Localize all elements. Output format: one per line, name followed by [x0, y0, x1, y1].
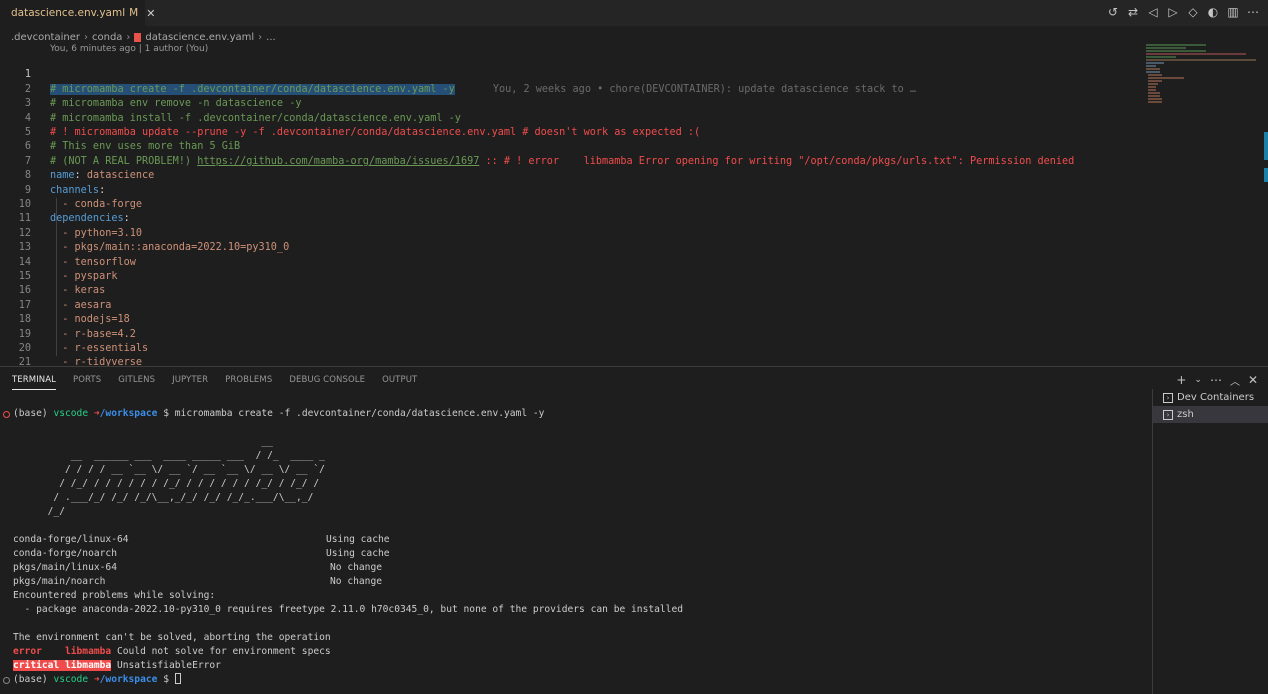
toggle-blame-icon[interactable]: ◐: [1206, 5, 1220, 19]
tab-bar: datascience.env.yaml M ✕ ↺ ⇄ ◁ ▷ ◇ ◐ ▥ ⋯: [0, 0, 1268, 26]
more-actions-icon[interactable]: ⋯: [1246, 5, 1260, 19]
scrollbar-marker: [1264, 168, 1268, 182]
chevron-right-icon: ›: [126, 31, 131, 43]
yaml-file-icon: [134, 32, 142, 42]
critical-line: critical libmamba UnsatisfiableError: [13, 660, 221, 671]
more-actions-icon[interactable]: ⋯: [1210, 373, 1222, 388]
banner-line: __: [13, 436, 273, 447]
code-line: 15 - keras: [0, 256, 1140, 296]
tab-ports[interactable]: PORTS: [73, 375, 101, 390]
code-editor[interactable]: 1 # micromamba create -f .devcontainer/c…: [0, 54, 1140, 368]
terminal-prompt-line: (base) vscode ➜/workspace $ micromamba c…: [13, 408, 545, 419]
breadcrumb-item[interactable]: conda: [92, 32, 122, 43]
terminal-item-zsh[interactable]: › zsh: [1153, 406, 1268, 423]
split-editor-icon[interactable]: ▥: [1226, 5, 1240, 19]
go-forward-icon[interactable]: ▷: [1166, 5, 1180, 19]
terminal-text: - package anaconda-2022.10-py310_0 requi…: [13, 604, 684, 615]
chevron-down-icon[interactable]: ⌄: [1194, 373, 1202, 388]
code-line: 17 - nodejs=18: [0, 284, 1140, 325]
chevron-right-icon: ›: [258, 31, 263, 43]
tab-jupyter[interactable]: JUPYTER: [172, 375, 208, 390]
channel-row: pkgs/main/noarch No change: [13, 576, 382, 587]
tab-filename: datascience.env.yaml: [11, 7, 126, 19]
code-line: 19 - r-essentials: [0, 313, 1140, 354]
banner-line: / / / / __ `__ \/ __ `/ __ `__ \/ __ \/ …: [13, 464, 325, 475]
code-line: 9 - conda-forge: [0, 169, 1140, 210]
banner-line: / /_/ / / / / / / /_/ / / / / / / /_/ / …: [13, 478, 320, 489]
terminal-text: The environment can't be solved, abortin…: [13, 632, 331, 643]
channel-row: conda-forge/linux-64 Using cache: [13, 534, 390, 545]
timeline-icon[interactable]: ↺: [1106, 5, 1120, 19]
terminal-cursor: [174, 673, 181, 684]
code-line: 11 - python=3.10: [0, 198, 1140, 238]
editor-actions: ↺ ⇄ ◁ ▷ ◇ ◐ ▥ ⋯: [1106, 5, 1260, 19]
code-line: 10 dependencies:: [0, 184, 1140, 224]
chevron-right-icon: ›: [83, 31, 88, 43]
code-line: 8 channels:: [0, 155, 1140, 195]
breadcrumb-item[interactable]: datascience.env.yaml: [145, 32, 254, 43]
code-line: 2 # micromamba env remove -n datascience…: [0, 68, 1140, 109]
new-terminal-icon[interactable]: +: [1176, 373, 1186, 388]
channel-row: conda-forge/noarch Using cache: [13, 548, 390, 559]
code-line: 7 name: datascience: [0, 140, 1140, 181]
panel-tab-bar: TERMINAL PORTS GITLENS JUPYTER PROBLEMS …: [12, 375, 417, 390]
command-status-icon[interactable]: [3, 677, 10, 684]
terminal-prompt-line: (base) vscode ➜/workspace $: [13, 673, 181, 687]
panel-actions: + ⌄ ⋯ ︿ ✕: [1176, 373, 1258, 388]
git-lens-icon[interactable]: ◇: [1186, 5, 1200, 19]
close-icon[interactable]: ✕: [146, 7, 155, 20]
code-line: 5 # This env uses more than 5 GiB: [0, 112, 1140, 152]
code-line: 14 - pyspark: [0, 241, 1140, 282]
tab-gitlens[interactable]: GITLENS: [118, 375, 155, 390]
code-line: 6 # (NOT A REAL PROBLEM!) https://github…: [0, 126, 1140, 166]
breadcrumb: .devcontainer › conda › datascience.env.…: [11, 30, 276, 44]
code-line: 12 - pkgs/main::anaconda=2022.10=py310_0: [0, 212, 1140, 253]
breadcrumb-item[interactable]: ...: [266, 32, 276, 43]
banner-line: __ ______ ___ ____ _____ ___ / /_ ____ _: [13, 450, 325, 461]
terminal-list: › Dev Containers › zsh: [1152, 389, 1268, 694]
scrollbar-marker: [1264, 132, 1268, 160]
banner-line: /_/: [13, 506, 65, 517]
terminal-text: Encountered problems while solving:: [13, 590, 216, 601]
gitlens-codelens[interactable]: You, 6 minutes ago | 1 author (You): [50, 44, 208, 54]
tab-output[interactable]: OUTPUT: [382, 375, 417, 390]
tab-debug-console[interactable]: DEBUG CONSOLE: [289, 375, 365, 390]
code-line: 4 # ! micromamba update --prune -y -f .d…: [0, 97, 1140, 138]
compare-icon[interactable]: ⇄: [1126, 5, 1140, 19]
code-line: 21: [0, 342, 1140, 368]
terminal-item-dev-containers[interactable]: › Dev Containers: [1153, 389, 1268, 406]
error-line: error libmamba Could not solve for envir…: [13, 646, 331, 657]
code-line: 18 - r-base=4.2: [0, 299, 1140, 339]
terminal-icon: ›: [1163, 392, 1173, 403]
terminal-scrollbar[interactable]: [1144, 407, 1150, 693]
code-line: 20 - r-tidyverse: [0, 328, 1140, 368]
tab-terminal[interactable]: TERMINAL: [12, 375, 57, 390]
maximize-panel-icon[interactable]: ︿: [1230, 373, 1240, 388]
breadcrumb-item[interactable]: .devcontainer: [11, 32, 80, 43]
bottom-panel: TERMINAL PORTS GITLENS JUPYTER PROBLEMS …: [0, 366, 1268, 694]
code-line: 1 # micromamba create -f .devcontainer/c…: [0, 54, 1140, 95]
minimap[interactable]: [1140, 40, 1268, 360]
terminal-output[interactable]: (base) vscode ➜/workspace $ micromamba c…: [0, 407, 1150, 694]
modified-indicator: M: [129, 7, 139, 19]
tab-problems[interactable]: PROBLEMS: [225, 375, 272, 390]
channel-row: pkgs/main/linux-64 No change: [13, 562, 382, 573]
code-line: 3 # micromamba install -f .devcontainer/…: [0, 83, 1140, 123]
go-back-icon[interactable]: ◁: [1146, 5, 1160, 19]
banner-line: / .___/_/ /_/ /_/\__,_/_/ /_/ /_/_.___/\…: [13, 492, 314, 503]
code-line: 13 - tensorflow: [0, 227, 1140, 267]
command-error-icon[interactable]: [3, 411, 10, 418]
terminal-icon: ›: [1163, 409, 1173, 420]
code-line: 16 - aesara: [0, 270, 1140, 310]
close-icon[interactable]: ✕: [1248, 373, 1258, 388]
editor-tab[interactable]: datascience.env.yaml M ✕: [0, 0, 155, 26]
